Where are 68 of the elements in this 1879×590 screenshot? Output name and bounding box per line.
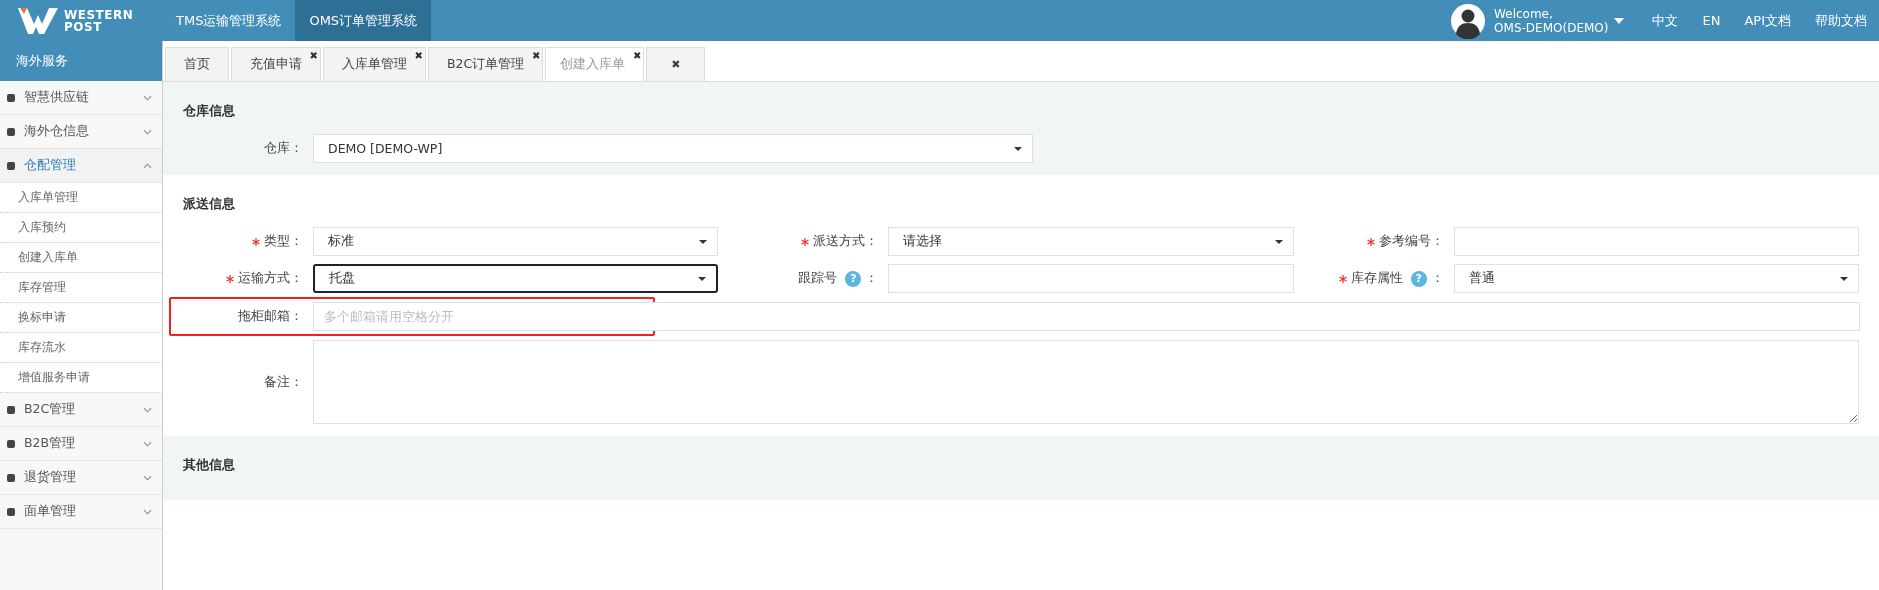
user-name[interactable]: OMS-DEMO(DEMO): [1494, 20, 1609, 35]
label-colon: ：: [1430, 270, 1444, 287]
system-tab[interactable]: OMS订单管理系统: [295, 0, 432, 41]
sidebar-subitem[interactable]: 入库单管理: [0, 183, 162, 213]
square-icon: [6, 126, 16, 137]
input-field[interactable]: [888, 264, 1294, 293]
page-tab[interactable]: 首页: [165, 47, 229, 81]
close-all-button[interactable]: ✖: [646, 47, 706, 81]
page-tab[interactable]: 充值申请 ✖: [231, 47, 321, 81]
select-field[interactable]: 标准: [313, 227, 719, 256]
sidebar-subitem[interactable]: 入库预约: [0, 213, 162, 243]
chevron-icon: [143, 474, 152, 481]
input-field[interactable]: 多个邮箱请用空格分开: [313, 302, 1860, 331]
select-field[interactable]: DEMO [DEMO-WP]: [313, 134, 1033, 163]
section-title: 派送信息: [183, 195, 236, 213]
caret-icon[interactable]: [699, 239, 708, 244]
square-icon: [6, 404, 16, 415]
chevron-icon: [143, 94, 152, 101]
chevron-icon: [143, 508, 152, 515]
page-tab[interactable]: B2C订单管理 ✖: [428, 47, 544, 81]
field-label: 运输方式：: [238, 270, 303, 287]
caret-icon[interactable]: [698, 276, 707, 281]
caret-icon[interactable]: [1840, 276, 1848, 281]
page-tab[interactable]: 创建入库单 ✖: [545, 47, 645, 81]
field-label: 库存属性: [1350, 270, 1403, 287]
sidebar-subitem[interactable]: 换标申请: [0, 303, 162, 333]
select-field[interactable]: 托盘: [313, 264, 719, 293]
avatar-icon[interactable]: [1450, 2, 1487, 39]
sidebar-subitem[interactable]: 库存流水: [0, 333, 162, 363]
square-icon: [6, 506, 16, 517]
field-label: 跟踪号: [798, 270, 838, 287]
field-label: 参考编号：: [1378, 233, 1444, 250]
chevron-icon: [143, 406, 152, 413]
square-icon: [6, 472, 16, 483]
header-link[interactable]: 帮助文档: [1803, 11, 1879, 30]
field-label: 类型：: [264, 233, 303, 250]
system-tab[interactable]: TMS运输管理系统: [162, 0, 296, 41]
sidebar-subitem[interactable]: 增值服务申请: [0, 363, 162, 393]
logo-text: POST: [64, 20, 103, 33]
label-colon: ：: [865, 270, 879, 287]
select-field[interactable]: 普通: [1453, 264, 1859, 293]
chevron-icon: [143, 440, 152, 447]
field-label: 备注：: [264, 373, 303, 391]
input-field[interactable]: [1453, 227, 1859, 256]
caret-icon[interactable]: [1274, 239, 1283, 244]
sidebar-subitem[interactable]: 库存管理: [0, 273, 162, 303]
select-field[interactable]: 请选择: [888, 227, 1294, 256]
square-icon: [6, 160, 16, 171]
sidebar-title: 海外服务: [16, 52, 68, 70]
sidebar-subitem[interactable]: 创建入库单: [0, 243, 162, 273]
square-icon: [6, 92, 16, 103]
header-link[interactable]: EN: [1690, 13, 1733, 28]
logo-icon: [18, 5, 58, 36]
caret-icon[interactable]: [1014, 146, 1022, 151]
field-label: 拖柜邮箱：: [238, 308, 303, 325]
sidebar-item[interactable]: 仓配管理: [0, 149, 162, 183]
section-title: 仓库信息: [183, 102, 236, 120]
header-link[interactable]: 中文: [1640, 11, 1691, 30]
chevron-icon: [143, 128, 152, 135]
square-icon: [6, 438, 16, 449]
header-link[interactable]: API文档: [1732, 11, 1803, 30]
field-label: 派送方式：: [813, 233, 879, 250]
logo-text: WESTERN: [64, 8, 134, 21]
welcome-text: Welcome,: [1494, 6, 1554, 21]
chevron-icon: [143, 162, 152, 169]
field-label: 仓库：: [264, 140, 303, 157]
section-title: 其他信息: [183, 456, 236, 474]
page-tab[interactable]: 入库单管理 ✖: [323, 47, 426, 81]
